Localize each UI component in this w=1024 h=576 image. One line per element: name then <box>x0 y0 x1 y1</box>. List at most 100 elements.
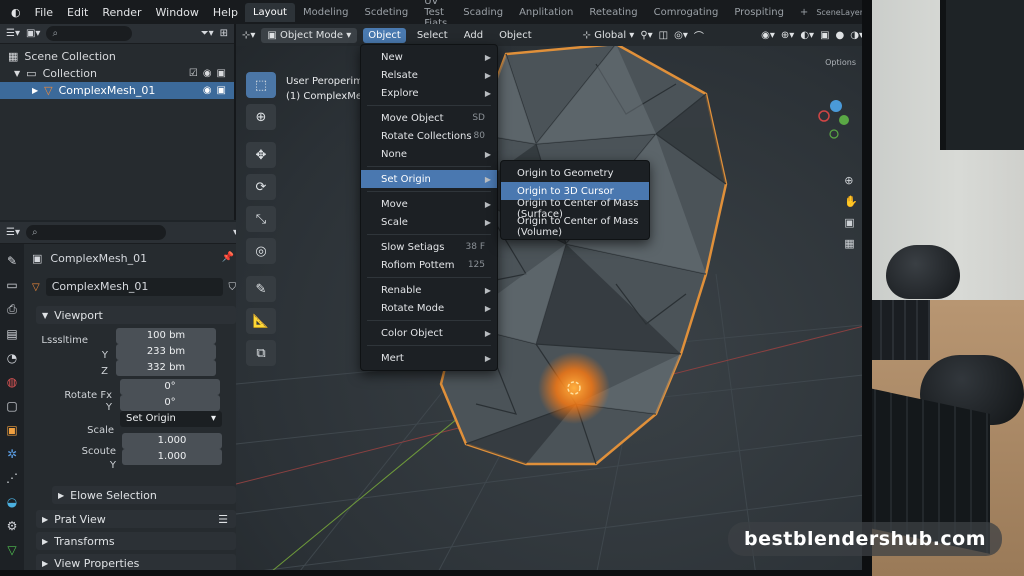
annotate-tool-icon[interactable]: ✎ <box>246 276 276 302</box>
tool-tab-icon[interactable]: ✎ <box>7 254 17 268</box>
origin-to-geometry-item[interactable]: Origin to Geometry <box>501 164 649 182</box>
menu-edit[interactable]: Edit <box>60 6 95 19</box>
shading-material-icon[interactable]: ◑▾ <box>850 30 862 41</box>
tab-layout[interactable]: Layout <box>244 2 295 22</box>
scoute-x-field[interactable]: 1.000 <box>122 433 222 449</box>
camera-view-icon[interactable]: ▣ <box>844 216 858 229</box>
object-mode-select[interactable]: ▣ Object Mode ▾ <box>261 27 358 43</box>
menu-item-renable[interactable]: Renable ▶ <box>361 281 497 299</box>
menu-item-move[interactable]: Move ▶ <box>361 195 497 213</box>
snap-icon[interactable]: ◫ <box>659 30 668 41</box>
tab-compositing[interactable]: Comrogating <box>646 3 727 22</box>
add-cube-tool-icon[interactable]: ⧉ <box>246 340 276 366</box>
view-layer-tab-icon[interactable]: ▤ <box>6 327 17 341</box>
shield-icon[interactable]: ⛉ <box>229 282 237 293</box>
transforms-panel[interactable]: ▶ Transforms <box>36 532 236 550</box>
menu-add[interactable]: Add <box>459 28 488 43</box>
physics-tab-icon[interactable]: ◒ <box>7 495 17 509</box>
tab-rendering[interactable]: Reteating <box>581 3 645 22</box>
viewport-panel-header[interactable]: ▼ Viewport <box>36 306 236 324</box>
rotation-y-field[interactable]: 0° <box>120 395 220 411</box>
transform-orientation-select[interactable]: ⊹ Global ▾ <box>583 30 635 41</box>
menu-item-move-object[interactable]: Move Object SD <box>361 109 497 127</box>
menu-item-scale[interactable]: Scale ▶ <box>361 213 497 231</box>
options-dropdown[interactable]: Options <box>825 58 856 67</box>
menu-item-mert[interactable]: Mert ▶ <box>361 349 497 367</box>
editor-type-icon[interactable]: ☰▾ <box>6 28 20 39</box>
location-x-field[interactable]: 100 bm <box>116 328 216 344</box>
neg-y-axis-icon[interactable] <box>829 129 839 139</box>
menu-item-explore[interactable]: Explore ▶ <box>361 84 497 102</box>
outliner-row-complexmesh[interactable]: ▶ ▽ ComplexMesh_01 ◉ ▣ <box>0 82 234 99</box>
camera-icon[interactable]: ▣ <box>217 68 226 79</box>
transform-tool-icon[interactable]: ◎ <box>246 238 276 264</box>
scale-tool-icon[interactable]: ⤡ <box>246 206 276 232</box>
outliner-row-scene-collection[interactable]: ▦ Scene Collection <box>0 48 234 65</box>
rotation-x-field[interactable]: 0° <box>120 379 220 395</box>
menu-object[interactable]: Object <box>363 27 406 43</box>
menu-item-new[interactable]: New ▶ <box>361 48 497 66</box>
location-y-field[interactable]: 233 bm <box>116 344 216 360</box>
add-workspace-icon[interactable]: + <box>792 3 816 22</box>
scene-layer-label[interactable]: SceneLayer <box>816 8 862 17</box>
menu-item-none[interactable]: None ▶ <box>361 145 497 163</box>
render-tab-icon[interactable]: ▭ <box>6 278 17 292</box>
menu-object-2[interactable]: Object <box>494 28 537 43</box>
modifier-tab-icon[interactable]: ✲ <box>7 447 17 461</box>
xray-icon[interactable]: ▣ <box>820 30 829 41</box>
object-tab-icon[interactable]: ▣ <box>6 423 17 437</box>
tab-shading[interactable]: Scading <box>455 3 511 22</box>
menu-help[interactable]: Help <box>206 6 245 19</box>
elowe-selection-panel[interactable]: ▶ Elowe Selection <box>52 486 236 504</box>
constraints-tab-icon[interactable]: ⚙ <box>7 519 18 533</box>
editor-type-icon[interactable]: ☰▾ <box>6 227 20 238</box>
tab-sculpting[interactable]: Scdeting <box>356 3 416 22</box>
pan-hand-icon[interactable]: ✋ <box>844 195 858 208</box>
eye-icon[interactable]: ◉ <box>203 68 212 79</box>
proportional-edit-icon[interactable]: ◎▾ <box>674 30 688 41</box>
display-mode-icon[interactable]: ▣▾ <box>26 28 40 39</box>
shading-solid-icon[interactable]: ● <box>836 30 845 41</box>
menu-item-rofiom-pottem[interactable]: Rofiom Pottem 125 <box>361 256 497 274</box>
tab-scripting[interactable]: Prospiting <box>726 3 792 22</box>
output-tab-icon[interactable]: ⎙ <box>7 302 17 317</box>
outliner-row-collection[interactable]: ▼ ▭ Collection ☑ ◉ ▣ <box>0 65 234 82</box>
menu-item-set-origin[interactable]: Set Origin ▶ <box>361 170 497 188</box>
material-tab-icon[interactable]: ◉ <box>7 567 17 570</box>
origin-to-com-volume-item[interactable]: Origin to Center of Mass (Volume) <box>501 216 649 238</box>
gizmo-icon[interactable]: ⊕▾ <box>781 30 794 41</box>
tab-animation[interactable]: Anplitation <box>511 3 581 22</box>
visibility-icon[interactable]: ◉▾ <box>761 30 775 41</box>
camera-icon[interactable]: ▣ <box>217 85 226 96</box>
menu-item-relsate[interactable]: Relsate ▶ <box>361 66 497 84</box>
y-axis-icon[interactable] <box>839 115 849 125</box>
measure-tool-icon[interactable]: 📐 <box>246 308 276 334</box>
outliner-search-input[interactable]: ⌕ <box>46 26 133 41</box>
list-icon[interactable]: ☰ <box>218 513 228 526</box>
menu-file[interactable]: File <box>28 6 60 19</box>
editor-type-icon[interactable]: ⊹▾ <box>242 30 255 41</box>
expand-arrow-icon[interactable]: ▼ <box>14 69 20 78</box>
cursor-tool-icon[interactable]: ⊕ <box>246 104 276 130</box>
menu-render[interactable]: Render <box>95 6 148 19</box>
pivot-icon[interactable]: ⚲▾ <box>640 30 652 41</box>
scale-select[interactable]: Set Origin ▾ <box>120 411 222 427</box>
menu-select[interactable]: Select <box>412 28 453 43</box>
filter-icon[interactable]: ⏷▾ <box>201 28 214 39</box>
navigation-gizmo[interactable] <box>814 94 854 164</box>
particles-tab-icon[interactable]: ⋰ <box>6 471 18 485</box>
x-axis-icon[interactable] <box>818 110 830 122</box>
view-properties-panel[interactable]: ▶ View Properties <box>36 554 236 570</box>
blender-logo-icon[interactable]: ◐ <box>4 6 28 19</box>
pin-icon[interactable]: 📌 <box>222 252 234 263</box>
3d-viewport[interactable]: ⊹▾ ▣ Object Mode ▾ Object Select Add Obj… <box>236 24 862 570</box>
prat-view-panel[interactable]: ▶ Prat View ☰ <box>36 510 236 528</box>
new-collection-icon[interactable]: ⊞ <box>220 28 228 39</box>
scoute-y-field[interactable]: 1.000 <box>122 449 222 465</box>
overlay-icon[interactable]: ◐▾ <box>800 30 814 41</box>
eye-icon[interactable]: ◉ <box>203 85 212 96</box>
checkbox-icon[interactable]: ☑ <box>189 68 198 79</box>
zoom-icon[interactable]: ⊕ <box>844 174 858 187</box>
z-axis-icon[interactable] <box>830 100 842 112</box>
menu-item-slow-setiags[interactable]: Slow Setiags 38 F <box>361 238 497 256</box>
